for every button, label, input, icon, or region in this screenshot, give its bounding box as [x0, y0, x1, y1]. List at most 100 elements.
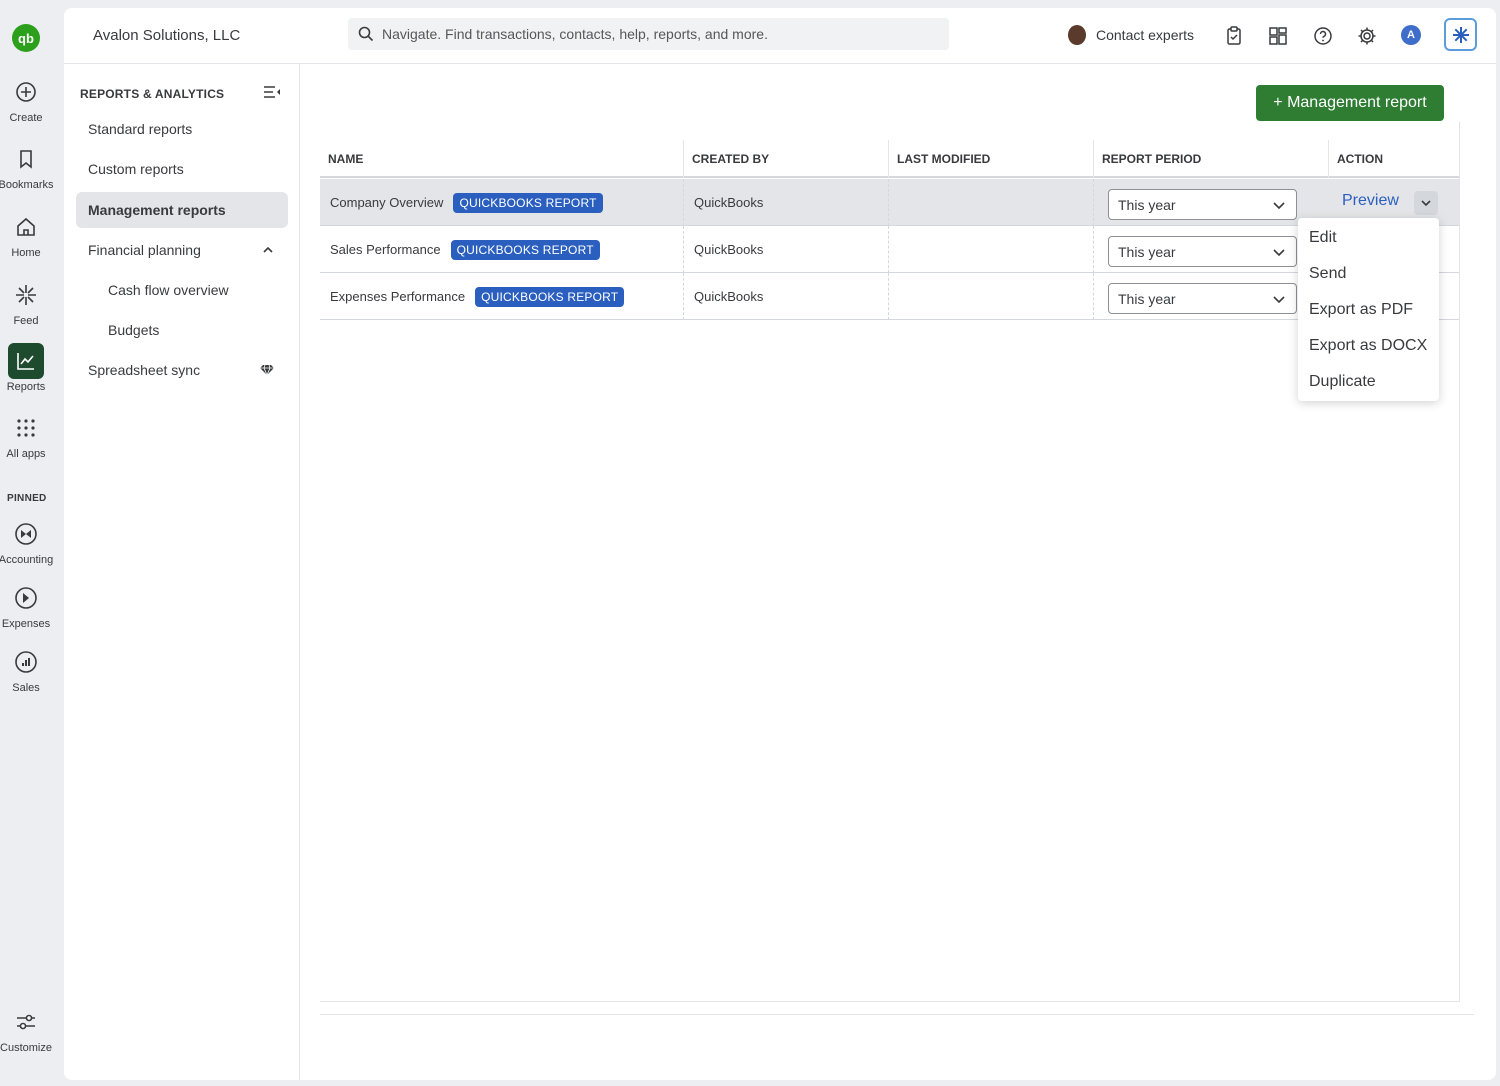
report-period-select[interactable]: This year	[1108, 189, 1297, 220]
rail-item-create[interactable]: Create	[0, 76, 52, 124]
menu-item-export-pdf[interactable]: Export as PDF	[1298, 292, 1439, 328]
table-bottom-divider	[320, 1014, 1474, 1015]
add-management-report-button[interactable]: + Management report	[1256, 85, 1444, 121]
user-avatar[interactable]: A	[1401, 25, 1421, 45]
report-name-cell: Company Overview QUICKBOOKS REPORT	[320, 179, 684, 226]
expenses-icon	[10, 582, 42, 614]
collapse-menu-icon[interactable]	[263, 84, 281, 105]
subnav-item-budgets[interactable]: Budgets	[76, 312, 288, 348]
chevron-down-icon	[1272, 292, 1286, 309]
menu-item-export-docx[interactable]: Export as DOCX	[1298, 328, 1439, 364]
rail-item-sales[interactable]: Sales	[0, 646, 52, 694]
rail-item-reports[interactable]: Reports	[0, 343, 52, 393]
table-row[interactable]: Expenses Performance QUICKBOOKS REPORT Q…	[320, 273, 1459, 320]
expert-avatar-icon	[1068, 25, 1086, 45]
subnav-item-label: Financial planning	[88, 242, 201, 258]
main-card: Avalon Solutions, LLC Navigate. Find tra…	[64, 8, 1496, 1080]
table-header: NAME CREATED BY LAST MODIFIED REPORT PER…	[320, 140, 1459, 178]
subnav-item-cash-flow-overview[interactable]: Cash flow overview	[76, 272, 288, 308]
column-header-name[interactable]: NAME	[320, 140, 684, 178]
contact-experts-button[interactable]: Contact experts	[1068, 25, 1194, 45]
pinned-heading: PINNED	[7, 493, 47, 504]
app-rail: qb Create Bookmarks Home Feed Reports Al…	[0, 0, 64, 1086]
table-row[interactable]: Sales Performance QUICKBOOKS REPORT Quic…	[320, 226, 1459, 273]
action-menu: Edit Send Export as PDF Export as DOCX D…	[1298, 218, 1439, 401]
sliders-icon	[10, 1006, 42, 1038]
menu-item-send[interactable]: Send	[1298, 256, 1439, 292]
diamond-icon	[260, 363, 274, 379]
menu-item-duplicate[interactable]: Duplicate	[1298, 364, 1439, 400]
rail-item-bookmarks[interactable]: Bookmarks	[0, 143, 54, 191]
report-name[interactable]: Company Overview	[330, 195, 443, 210]
subnav-item-spreadsheet-sync[interactable]: Spreadsheet sync	[76, 352, 288, 388]
subnav-item-custom-reports[interactable]: Custom reports	[76, 151, 288, 187]
created-by-cell: QuickBooks	[684, 179, 889, 226]
preview-link[interactable]: Preview	[1342, 192, 1399, 210]
column-header-created-by[interactable]: CREATED BY	[684, 140, 889, 178]
menu-item-edit[interactable]: Edit	[1298, 220, 1439, 256]
report-period-select[interactable]: This year	[1108, 283, 1297, 314]
column-header-report-period[interactable]: REPORT PERIOD	[1094, 140, 1329, 178]
table-row[interactable]: Company Overview QUICKBOOKS REPORT Quick…	[320, 179, 1459, 226]
report-period-value: This year	[1118, 196, 1176, 213]
rail-item-all-apps[interactable]: All apps	[0, 412, 52, 460]
action-menu-toggle[interactable]	[1414, 191, 1438, 215]
rail-label: Expenses	[1, 618, 51, 630]
rail-label: Reports	[6, 381, 46, 393]
grid-dots-icon	[10, 412, 42, 444]
rail-label: Accounting	[0, 554, 54, 566]
last-modified-cell	[889, 273, 1094, 320]
clipboard-icon[interactable]	[1222, 24, 1246, 48]
rail-item-feed[interactable]: Feed	[0, 279, 52, 327]
report-period-value: This year	[1118, 243, 1176, 260]
chevron-up-icon	[262, 243, 274, 259]
quickbooks-report-badge: QUICKBOOKS REPORT	[475, 286, 625, 307]
chart-line-icon	[8, 343, 44, 379]
rail-item-customize[interactable]: Customize	[0, 1006, 52, 1054]
bookmark-icon	[10, 143, 42, 175]
rail-item-expenses[interactable]: Expenses	[0, 582, 52, 630]
ai-sparkle-icon	[1452, 26, 1469, 43]
report-name[interactable]: Sales Performance	[330, 242, 441, 257]
created-by-cell: QuickBooks	[684, 273, 889, 320]
report-name[interactable]: Expenses Performance	[330, 289, 465, 304]
report-name-cell: Sales Performance QUICKBOOKS REPORT	[320, 226, 684, 273]
company-name[interactable]: Avalon Solutions, LLC	[93, 27, 240, 44]
top-bar: Avalon Solutions, LLC Navigate. Find tra…	[64, 8, 1496, 64]
rail-label: Bookmarks	[0, 179, 54, 191]
rail-label: Create	[9, 112, 43, 124]
rail-label: Feed	[13, 315, 39, 327]
report-name-cell: Expenses Performance QUICKBOOKS REPORT	[320, 273, 684, 320]
sales-icon	[10, 646, 42, 678]
home-icon	[10, 211, 42, 243]
quickbooks-report-badge: QUICKBOOKS REPORT	[453, 192, 603, 213]
subnav-item-management-reports[interactable]: Management reports	[76, 192, 288, 228]
report-period-value: This year	[1118, 290, 1176, 307]
gear-icon[interactable]	[1355, 24, 1379, 48]
search-icon	[358, 26, 374, 42]
column-header-last-modified[interactable]: LAST MODIFIED	[889, 140, 1094, 178]
report-period-select[interactable]: This year	[1108, 236, 1297, 267]
apps-switcher-icon[interactable]	[1266, 24, 1290, 48]
quickbooks-logo-icon[interactable]: qb	[12, 24, 40, 52]
help-icon[interactable]	[1311, 24, 1335, 48]
rail-item-home[interactable]: Home	[0, 211, 52, 259]
subnav-item-standard-reports[interactable]: Standard reports	[76, 111, 288, 147]
search-input[interactable]: Navigate. Find transactions, contacts, h…	[348, 18, 949, 50]
reports-subnav: REPORTS & ANALYTICS Standard reports Cus…	[64, 64, 300, 1080]
subnav-title: REPORTS & ANALYTICS	[80, 87, 225, 101]
plus-circle-icon	[10, 76, 42, 108]
subnav-item-financial-planning[interactable]: Financial planning	[76, 232, 288, 268]
rail-label: Home	[11, 247, 41, 259]
contact-experts-label: Contact experts	[1096, 27, 1195, 43]
rail-item-accounting[interactable]: Accounting	[0, 518, 54, 566]
last-modified-cell	[889, 226, 1094, 273]
assistant-button[interactable]	[1444, 18, 1477, 51]
search-placeholder: Navigate. Find transactions, contacts, h…	[382, 26, 768, 42]
chevron-down-icon	[1272, 245, 1286, 262]
reports-table: NAME CREATED BY LAST MODIFIED REPORT PER…	[320, 122, 1460, 1002]
rail-label: Customize	[0, 1042, 52, 1054]
chevron-down-icon	[1421, 200, 1431, 207]
sparkle-icon	[10, 279, 42, 311]
rail-label: All apps	[6, 448, 46, 460]
